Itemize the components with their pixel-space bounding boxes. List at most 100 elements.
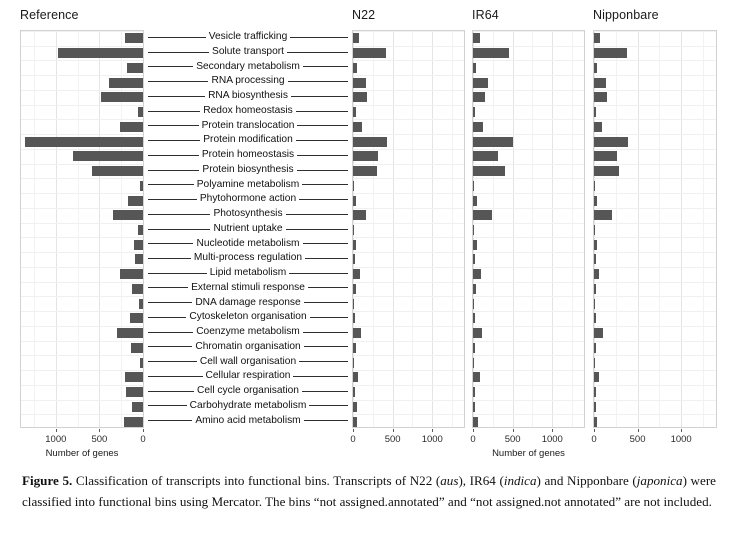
axis-tick-mark	[681, 429, 683, 432]
bar	[473, 357, 475, 368]
gridline-horizontal	[473, 178, 584, 180]
bar	[134, 239, 143, 250]
bar	[473, 401, 476, 412]
gridline-horizontal	[594, 222, 716, 224]
gridline-horizontal	[594, 340, 716, 342]
category-label: Cytoskeleton organisation	[189, 311, 307, 323]
bar	[594, 121, 602, 132]
axis-tick-mark	[55, 429, 57, 432]
leader-line-right	[302, 184, 349, 186]
gridline-horizontal	[473, 222, 584, 224]
gridline-horizontal	[21, 104, 143, 106]
bar	[353, 254, 356, 265]
gridline-horizontal	[594, 148, 716, 150]
leader-line-left	[148, 375, 203, 377]
leader-line-right	[287, 81, 349, 83]
gridline-horizontal	[353, 414, 464, 416]
gridline-horizontal	[473, 31, 584, 32]
leader-line-left	[148, 81, 209, 83]
bar	[353, 298, 355, 309]
leader-line-right	[296, 169, 349, 171]
leader-line-right	[303, 346, 349, 348]
bar	[594, 372, 599, 383]
bar	[73, 151, 143, 162]
bar	[473, 225, 475, 235]
leader-line-left	[148, 213, 211, 215]
gridline-horizontal	[473, 414, 584, 416]
caption-figure-label: Figure 5.	[22, 473, 73, 488]
gridline-horizontal	[594, 207, 716, 209]
leader-line-left	[148, 140, 201, 142]
gridline-horizontal	[21, 163, 143, 165]
bar	[594, 151, 618, 162]
panel-title-n22: N22	[352, 8, 376, 22]
bar	[353, 195, 357, 206]
category-label-row: Secondary metabolism	[148, 60, 348, 74]
leader-line-right	[297, 154, 348, 156]
leader-line-left	[148, 110, 201, 112]
category-label: Carbohydrate metabolism	[189, 399, 307, 411]
axis-tick-label: 500	[91, 434, 108, 445]
gridline-horizontal	[473, 355, 584, 357]
category-label: Nutrient uptake	[213, 222, 283, 234]
bar	[594, 180, 596, 191]
bar	[353, 77, 366, 88]
gridline-horizontal	[473, 281, 584, 283]
category-label-row: RNA processing	[148, 75, 349, 89]
category-label-row: Phytohormone action	[148, 193, 348, 207]
bar	[473, 33, 480, 44]
gridline-horizontal	[21, 134, 143, 136]
gridline-horizontal	[353, 222, 464, 224]
gridline-horizontal	[353, 60, 464, 62]
gridline-horizontal	[21, 370, 143, 372]
category-label-row: Polyamine metabolism	[148, 178, 349, 192]
leader-line-right	[301, 390, 348, 392]
gridline-horizontal	[594, 45, 716, 47]
bar	[594, 342, 597, 353]
gridline-horizontal	[473, 266, 584, 268]
gridline-horizontal	[21, 237, 143, 239]
category-label: Protein modification	[203, 134, 293, 146]
leader-line-left	[148, 169, 200, 171]
bar	[473, 48, 509, 59]
gridline-horizontal	[353, 31, 464, 32]
gridline-horizontal	[473, 296, 584, 298]
bar	[594, 254, 596, 265]
bar	[353, 166, 378, 177]
leader-line-left	[148, 257, 191, 259]
gridline-horizontal	[353, 178, 464, 180]
figure-5-chart: Reference 1000 500 0 Number of genes N22 0 500 1…	[0, 0, 737, 459]
gridline-horizontal	[353, 193, 464, 195]
category-label-row: Protein biosynthesis	[148, 163, 349, 177]
gridline-horizontal	[21, 207, 143, 209]
gridline-horizontal	[353, 311, 464, 313]
bar	[594, 298, 596, 309]
leader-line-right	[295, 110, 349, 112]
gridline-horizontal	[473, 207, 584, 209]
gridline-horizontal	[594, 370, 716, 372]
bar	[594, 357, 596, 368]
category-label: Solute transport	[212, 46, 284, 57]
leader-line-right	[286, 51, 349, 53]
bar	[594, 62, 597, 73]
leader-line-left	[148, 125, 199, 127]
gridline-horizontal	[594, 296, 716, 298]
bar	[125, 387, 143, 398]
bar	[353, 313, 355, 324]
axis-tick-mark	[594, 429, 595, 432]
gridline-horizontal	[473, 252, 584, 254]
bar	[353, 387, 356, 398]
bar	[353, 239, 357, 250]
axis-tick-mark	[99, 429, 101, 432]
axis-tick-mark	[473, 429, 474, 432]
gridline-horizontal	[21, 325, 143, 327]
bar	[127, 195, 143, 206]
category-label-row: Redox homeostasis	[148, 104, 349, 118]
leader-line-right	[299, 361, 349, 363]
gridline-horizontal	[594, 134, 716, 136]
gridline-horizontal	[353, 355, 464, 357]
bar	[473, 151, 498, 162]
gridline-horizontal	[21, 119, 143, 121]
category-label-row: Protein translocation	[148, 119, 348, 133]
axis-tick-label: 0	[140, 434, 146, 445]
